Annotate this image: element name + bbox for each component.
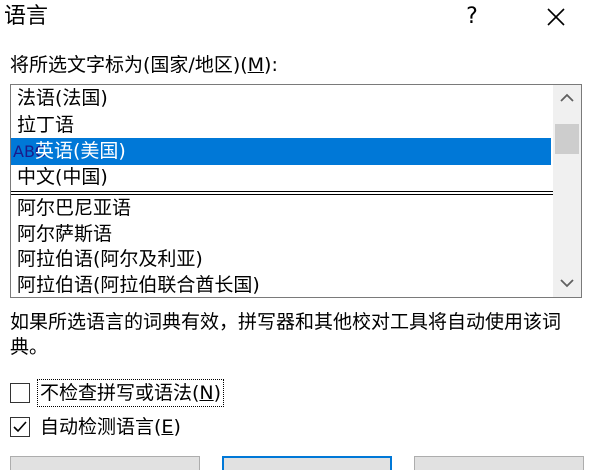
list-scrollbar[interactable] [553, 85, 581, 297]
help-button[interactable]: ? [452, 0, 492, 34]
no-proof-label[interactable]: 不检查拼写或语法(N) [36, 379, 225, 407]
checkmark-icon [13, 421, 27, 433]
language-item-french[interactable]: 法语(法国) [11, 85, 551, 112]
language-list-items: 法语(法国) 拉丁语 ABC英语(美国) 中文(中国) 阿尔巴尼亚语 阿尔萨斯语… [11, 85, 553, 297]
language-prompt-label: 将所选文字标为(国家/地区)(M): [10, 52, 278, 78]
auto-detect-label[interactable]: 自动检测语言(E) [38, 414, 183, 440]
prompt-text: 将所选文字标为(国家/地区)( [10, 54, 248, 76]
language-item-chinese[interactable]: 中文(中国) [11, 164, 551, 191]
language-item-albanian[interactable]: 阿尔巴尼亚语 [11, 195, 551, 222]
language-item-label: 英语(美国) [35, 140, 126, 162]
chevron-up-icon [560, 93, 574, 102]
language-item-english-us[interactable]: ABC英语(美国) [11, 138, 551, 165]
auto-detect-label-suffix: ) [173, 416, 181, 438]
language-item-label: 阿拉伯语(阿拉伯联合酋长国) [17, 274, 260, 296]
language-item-label: 中文(中国) [17, 166, 108, 188]
language-item-label: 拉丁语 [17, 114, 75, 136]
close-button[interactable] [534, 0, 578, 34]
set-default-button[interactable] [10, 456, 200, 470]
no-proof-option[interactable]: 不检查拼写或语法(N) [10, 378, 225, 408]
prompt-accel-key: M [247, 54, 265, 76]
language-item-label: 法语(法国) [17, 87, 108, 109]
language-dialog: 语言 ? 将所选文字标为(国家/地区)(M): 法语(法国) 拉丁语 ABC英语… [0, 0, 600, 470]
prompt-suffix: ): [264, 54, 278, 76]
spell-check-icon: ABC [13, 142, 46, 161]
auto-detect-label-text: 自动检测语言( [40, 416, 162, 438]
dialog-title: 语言 [4, 4, 49, 29]
language-item-arabic-algeria[interactable]: 阿拉伯语(阿尔及利亚) [11, 246, 551, 273]
language-item-label: 阿拉伯语(阿尔及利亚) [17, 248, 203, 270]
language-item-arabic-uae[interactable]: 阿拉伯语(阿拉伯联合酋长国) [11, 272, 551, 297]
no-proof-label-suffix: ) [213, 382, 222, 404]
no-proof-label-text: 不检查拼写或语法( [40, 382, 200, 404]
no-proof-checkbox[interactable] [10, 383, 30, 403]
language-item-label: 阿尔萨斯语 [17, 223, 113, 245]
auto-detect-accel-key: E [161, 416, 174, 438]
scroll-thumb[interactable] [555, 124, 579, 154]
close-icon [547, 8, 565, 26]
auto-detect-checkbox[interactable] [10, 417, 30, 437]
language-item-alsatian[interactable]: 阿尔萨斯语 [11, 221, 551, 248]
cancel-button[interactable] [414, 456, 584, 470]
language-item-latin[interactable]: 拉丁语 [11, 112, 551, 139]
scroll-up-button[interactable] [553, 85, 581, 111]
language-item-label: 阿尔巴尼亚语 [17, 197, 132, 219]
ok-button[interactable] [222, 456, 392, 470]
scroll-down-button[interactable] [553, 271, 581, 297]
dictionary-info-text: 如果所选语言的词典有效，拼写器和其他校对工具将自动使用该词典。 [10, 311, 562, 358]
language-listbox[interactable]: 法语(法国) 拉丁语 ABC英语(美国) 中文(中国) 阿尔巴尼亚语 阿尔萨斯语… [10, 84, 582, 298]
no-proof-accel-key: N [199, 382, 214, 404]
chevron-down-icon [560, 279, 574, 288]
auto-detect-option[interactable]: 自动检测语言(E) [10, 412, 183, 442]
title-bar: 语言 ? [0, 0, 600, 40]
